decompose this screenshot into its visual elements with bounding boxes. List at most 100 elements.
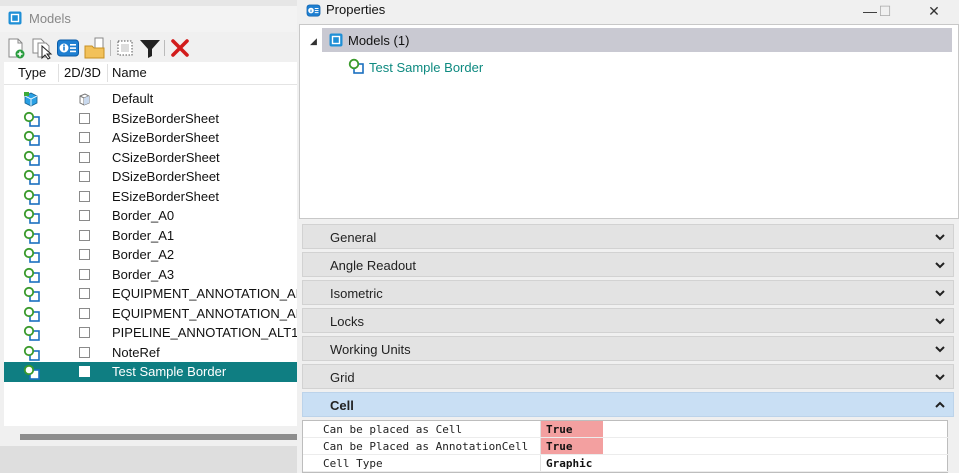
property-row[interactable]: Can be placed as Cell True	[303, 421, 949, 438]
model-row[interactable]: PIPELINE_ANNOTATION_ALT1	[4, 323, 300, 343]
sheet-model-icon	[23, 345, 40, 361]
model-2d-icon	[79, 307, 90, 319]
properties-titlebar[interactable]: Properties — ☐ ✕	[297, 0, 959, 22]
property-value[interactable]: True	[541, 421, 603, 438]
model-row[interactable]: ASizeBorderSheet	[4, 128, 300, 148]
sheet-model-icon	[23, 364, 40, 380]
sheet-model-icon	[23, 247, 40, 263]
import-model-icon[interactable]	[83, 36, 107, 60]
category-working-units[interactable]: Working Units	[302, 336, 954, 361]
close-button[interactable]: ✕	[919, 0, 949, 22]
sheet-model-icon	[23, 267, 40, 283]
sheet-model-icon	[23, 189, 40, 205]
category-locks[interactable]: Locks	[302, 308, 954, 333]
models-icon	[329, 33, 343, 47]
models-icon	[8, 11, 22, 25]
properties-icon[interactable]	[56, 36, 80, 60]
model-row[interactable]: Border_A3	[4, 265, 300, 285]
model-2d-icon	[79, 210, 90, 221]
column-header-name[interactable]: Name	[112, 65, 147, 80]
property-name: Can be Placed as AnnotationCell	[323, 440, 529, 453]
model-row[interactable]: CSizeBorderSheet	[4, 148, 300, 168]
filter-icon[interactable]	[138, 36, 162, 60]
models-titlebar[interactable]: Models	[0, 6, 300, 32]
property-value[interactable]: Graphic	[541, 455, 603, 472]
sheet-model-icon	[23, 169, 40, 185]
model-name: BSizeBorderSheet	[112, 110, 219, 126]
model-2d-icon	[79, 112, 90, 124]
delete-icon[interactable]	[168, 36, 192, 60]
sheet-model-icon	[348, 58, 364, 74]
toolbar-separator	[164, 40, 165, 56]
model-2d-icon	[79, 249, 90, 260]
chevron-down-icon[interactable]	[933, 370, 947, 384]
chevron-up-icon[interactable]	[933, 398, 947, 412]
model-2d-icon	[79, 327, 90, 338]
column-header-type[interactable]: Type	[18, 65, 46, 80]
grid-line	[303, 471, 949, 472]
horizontal-scrollbar[interactable]	[20, 434, 298, 440]
models-toolbar	[0, 32, 300, 64]
model-name: Border_A1	[112, 227, 175, 243]
chevron-down-icon[interactable]	[933, 286, 947, 300]
column-header-dim[interactable]: 2D/3D	[64, 65, 101, 80]
copy-model-icon[interactable]	[29, 36, 53, 60]
select-all-icon[interactable]	[113, 36, 137, 60]
category-angle-readout[interactable]: Angle Readout	[302, 252, 954, 277]
category-cell[interactable]: Cell	[302, 392, 954, 417]
models-panel: Models Type 2D/3D Name Default BSizeBord…	[0, 0, 303, 473]
model-name: Default	[112, 91, 154, 106]
collapse-arrow-icon[interactable]: ◢	[310, 36, 317, 47]
model-row[interactable]: Border_A0	[4, 206, 300, 226]
models-tree[interactable]: ◢ Models (1) Test Sample Border	[299, 24, 959, 219]
chevron-down-icon[interactable]	[933, 230, 947, 244]
model-name: EQUIPMENT_ANNOTATION_AL	[112, 305, 303, 321]
sheet-model-icon	[23, 325, 40, 341]
new-model-icon[interactable]	[4, 36, 28, 60]
cell-property-grid[interactable]: Can be placed as Cell True Can be Placed a…	[302, 420, 949, 473]
models-list-header: Type 2D/3D Name	[4, 62, 300, 85]
property-value-text: True	[546, 440, 573, 453]
model-row[interactable]: EQUIPMENT_ANNOTATION_AL	[4, 284, 303, 304]
category-general[interactable]: General	[302, 224, 954, 249]
model-name: Border_A3	[112, 266, 175, 282]
property-value[interactable]: True	[541, 438, 603, 455]
model-row[interactable]: BSizeBorderSheet	[4, 109, 300, 129]
model-2d-icon	[79, 229, 90, 241]
model-row[interactable]: NoteRef	[4, 343, 300, 363]
sheet-model-icon	[23, 150, 40, 166]
models-title: Models	[29, 11, 71, 26]
category-isometric[interactable]: Isometric	[302, 280, 954, 305]
properties-icon	[306, 4, 321, 17]
model-2d-icon	[79, 288, 90, 299]
column-divider[interactable]	[107, 64, 108, 82]
sheet-model-icon	[23, 228, 40, 244]
models-list[interactable]: Type 2D/3D Name Default BSizeBorderSheet A…	[4, 62, 303, 426]
model-2d-icon	[79, 366, 90, 377]
chevron-down-icon[interactable]	[933, 342, 947, 356]
property-row[interactable]: Can be Placed as AnnotationCell True	[303, 438, 949, 455]
model-row[interactable]: Border_A1	[4, 226, 300, 246]
model-row[interactable]: Default	[4, 89, 300, 109]
chevron-down-icon[interactable]	[933, 258, 947, 272]
model-row[interactable]: Border_A2	[4, 245, 300, 265]
model-3d-icon	[79, 93, 90, 106]
model-row[interactable]: EQUIPMENT_ANNOTATION_AL	[4, 304, 303, 324]
model-name: Border_A2	[112, 247, 175, 262]
model-name: ESizeBorderSheet	[112, 188, 219, 204]
column-divider[interactable]	[58, 64, 59, 82]
property-value-text: Graphic	[546, 457, 593, 470]
model-row[interactable]: DSizeBorderSheet	[4, 167, 300, 187]
property-row[interactable]: Cell Type Graphic	[303, 455, 949, 472]
toolbar-separator	[110, 40, 111, 56]
tree-node-test-sample-border[interactable]: Test Sample Border	[348, 58, 648, 78]
model-row[interactable]: Test Sample Border	[4, 362, 300, 382]
model-2d-icon	[79, 346, 90, 358]
maximize-button[interactable]: ☐	[870, 0, 900, 22]
tree-node-models[interactable]: Models (1)	[322, 28, 952, 52]
category-grid[interactable]: Grid	[302, 364, 954, 389]
model-row[interactable]: ESizeBorderSheet	[4, 187, 300, 207]
chevron-down-icon[interactable]	[933, 314, 947, 328]
sheet-model-icon	[23, 286, 40, 302]
sheet-model-icon	[23, 208, 40, 224]
